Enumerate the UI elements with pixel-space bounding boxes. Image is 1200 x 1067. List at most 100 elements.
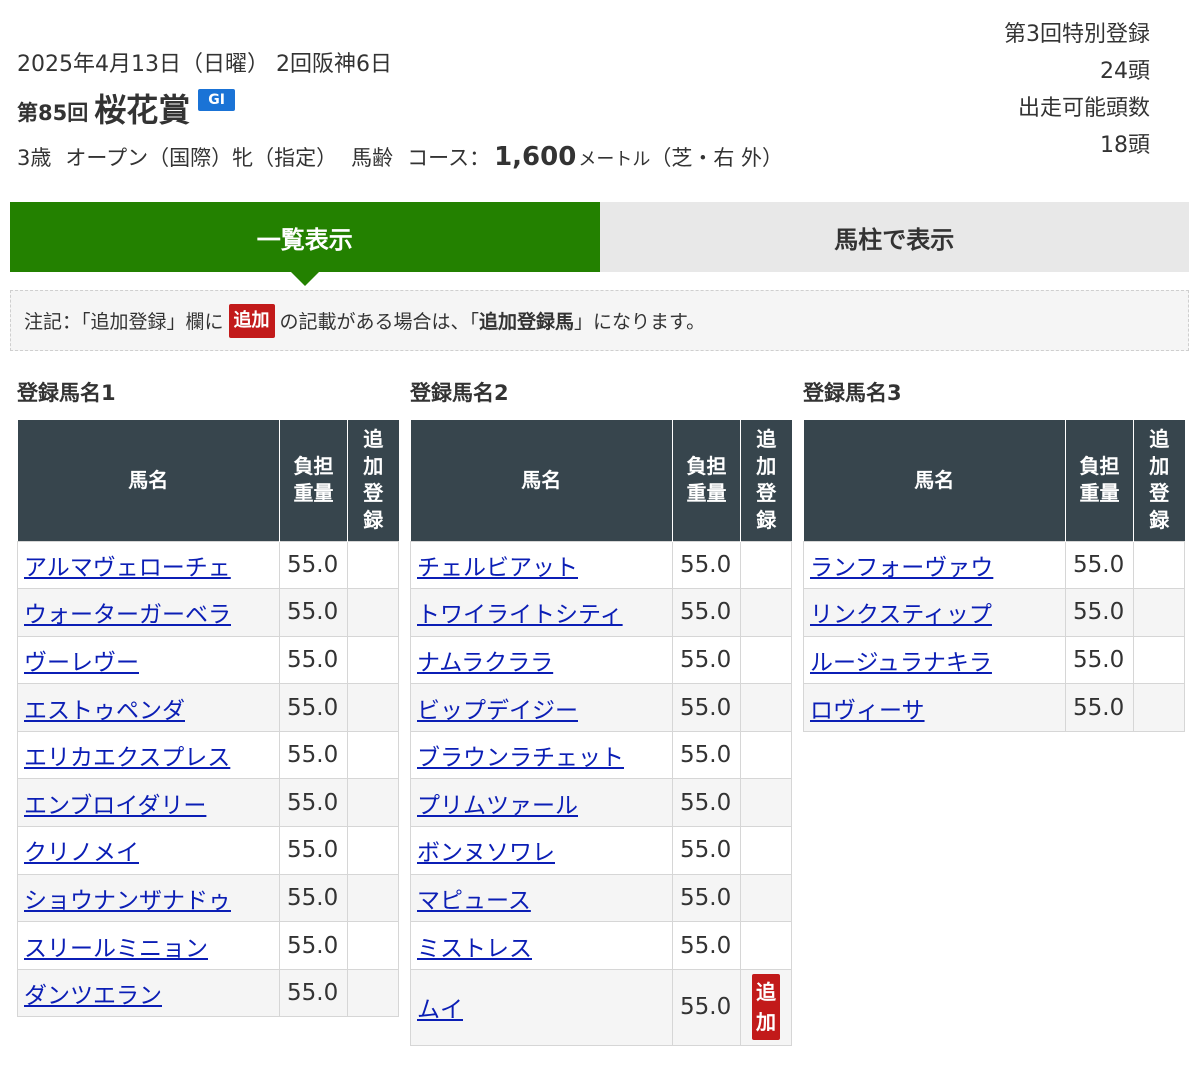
weight-cell: 55.0 — [672, 540, 741, 590]
race-conditions: 3歳 オープン（国際）牝（指定） 馬齢 コース： 1,600 メートル （芝・右… — [17, 142, 783, 172]
tab-card-view[interactable]: 馬柱で表示 — [599, 202, 1189, 272]
entry-table: 馬名 負担 重量追加登録アルマヴェローチェ 55.0 ウォーターガーベラ 55.0 ヴーレヴ… — [17, 420, 399, 1018]
column-title: 登録馬名1 — [17, 381, 116, 405]
header-additional: 追加登録 — [347, 420, 399, 541]
table-row: マピュース 55.0 — [410, 873, 792, 923]
horse-name-link[interactable]: ショウナンザナドゥ — [24, 888, 231, 914]
horse-name-cell: スリールミニョン — [17, 921, 280, 970]
entry-column-2: 登録馬名2 馬名 負担 重量追加登録チェルビアット 55.0 トワイライトシティ 55.0 ナ… — [410, 374, 792, 1046]
header-weight: 負担 重量 — [672, 420, 741, 541]
weight-cell: 55.0 — [279, 826, 348, 875]
add-cell — [1133, 635, 1185, 685]
weight-cell: 55.0 — [279, 588, 348, 637]
cond-class: オープン（国際）牝（指定） — [65, 146, 338, 170]
horse-name-link[interactable]: ロヴィーサ — [810, 698, 925, 724]
header-horse-name: 馬名 — [17, 420, 280, 541]
horse-name-link[interactable]: ビップデイジー — [417, 698, 578, 724]
table-row: ブラウンラチェット 55.0 — [410, 730, 792, 780]
horse-name-link[interactable]: ムイ — [417, 997, 463, 1023]
add-cell — [1133, 588, 1185, 637]
weight-cell: 55.0 — [672, 968, 741, 1046]
horse-name-link[interactable]: ルージュラナキラ — [810, 650, 992, 676]
add-cell — [347, 588, 399, 637]
add-cell — [347, 873, 399, 923]
horse-name-link[interactable]: リンクスティップ — [810, 602, 992, 628]
weight-cell: 55.0 — [279, 873, 348, 923]
horse-name-link[interactable]: エリカエクスプレス — [24, 745, 230, 771]
horse-name-link[interactable]: ウォーターガーベラ — [24, 602, 231, 628]
table-row: ナムラクララ 55.0 — [410, 635, 792, 685]
weight-cell: 55.0 — [279, 540, 348, 590]
horse-name-link[interactable]: マピュース — [417, 888, 531, 914]
horse-name-link[interactable]: ランフォーヴァウ — [810, 555, 993, 581]
table-row: リンクスティップ 55.0 — [803, 588, 1185, 637]
add-cell — [347, 635, 399, 685]
horse-name-link[interactable]: ミストレス — [417, 936, 532, 962]
table-row: エリカエクスプレス 55.0 — [17, 730, 399, 780]
table-row: チェルビアット 55.0 — [410, 540, 792, 590]
horse-name-link[interactable]: アルマヴェローチェ — [24, 555, 231, 581]
horse-name-link[interactable]: ブラウンラチェット — [417, 745, 624, 771]
table-row: ショウナンザナドゥ 55.0 — [17, 873, 399, 923]
column-title: 登録馬名3 — [803, 381, 902, 405]
weight-cell: 55.0 — [279, 730, 348, 780]
add-cell — [347, 730, 399, 780]
notice-middle: の記載がある場合は、「 — [279, 311, 480, 333]
distance-unit: メートル — [578, 149, 651, 170]
add-cell — [347, 968, 399, 1018]
add-cell — [740, 540, 792, 590]
view-tabs: 一覧表示 馬柱で表示 — [10, 202, 1189, 286]
horse-name-cell: ランフォーヴァウ — [803, 540, 1066, 590]
add-cell — [740, 921, 792, 970]
race-title-row: 第85回 桜花賞 GI — [17, 86, 235, 130]
table-row: トワイライトシティ 55.0 — [410, 588, 792, 637]
entry-column-3: 登録馬名3 馬名 負担 重量追加登録ランフォーヴァウ 55.0 リンクスティップ 55.0 ル… — [803, 374, 1185, 732]
weight-cell: 55.0 — [279, 921, 348, 970]
table-row: ランフォーヴァウ 55.0 — [803, 540, 1185, 590]
add-cell — [740, 588, 792, 637]
horse-name-cell: リンクスティップ — [803, 588, 1066, 637]
horse-name-link[interactable]: エストゥペンダ — [24, 698, 185, 724]
add-cell — [347, 921, 399, 970]
horse-name-cell: ナムラクララ — [410, 635, 673, 685]
weight-cell: 55.0 — [279, 683, 348, 732]
horse-name-link[interactable]: トワイライトシティ — [417, 602, 623, 628]
weight-cell: 55.0 — [672, 683, 741, 732]
tab-list-view[interactable]: 一覧表示 — [10, 202, 600, 286]
eligible-label: 出走可能頭数 — [1017, 96, 1150, 121]
horse-name-cell: トワイライトシティ — [410, 588, 673, 637]
horse-name-link[interactable]: エンブロイダリー — [24, 793, 206, 819]
horse-name-link[interactable]: スリールミニョン — [24, 936, 208, 962]
table-row: ルージュラナキラ 55.0 — [803, 635, 1185, 685]
add-cell — [1133, 540, 1185, 590]
course-distance: 1,600 — [494, 142, 577, 172]
race-date: 2025年4月13日（日曜） 2回阪神6日 — [17, 52, 392, 77]
horse-name-link[interactable]: ボンヌソワレ — [417, 840, 555, 866]
table-header-row: 馬名 負担 重量追加登録 — [410, 420, 792, 541]
add-badge: 追加 — [752, 974, 780, 1041]
horse-name-cell: ミストレス — [410, 921, 673, 970]
add-cell: 追加 — [740, 968, 792, 1046]
table-row: ミストレス 55.0 — [410, 921, 792, 970]
notice-add-badge: 追加 — [228, 303, 275, 338]
horse-name-cell: ヴーレヴー — [17, 635, 280, 685]
add-cell — [740, 683, 792, 732]
horse-name-link[interactable]: クリノメイ — [24, 840, 139, 866]
registration-summary: 第3回特別登録 24頭 出走可能頭数 18頭 — [1004, 16, 1150, 164]
add-cell — [1133, 683, 1185, 732]
weight-cell: 55.0 — [1065, 683, 1134, 732]
add-cell — [740, 635, 792, 685]
table-row: ボンヌソワレ 55.0 — [410, 826, 792, 875]
table-row: クリノメイ 55.0 — [17, 826, 399, 875]
course-type: （芝・右 外） — [650, 146, 784, 170]
horse-name-cell: ビップデイジー — [410, 683, 673, 732]
table-header-row: 馬名 負担 重量追加登録 — [17, 420, 399, 541]
horse-name-link[interactable]: ダンツエラン — [24, 983, 162, 1009]
horse-name-cell: ブラウンラチェット — [410, 730, 673, 780]
notice-bold: 追加登録馬 — [479, 311, 575, 333]
horse-name-link[interactable]: ヴーレヴー — [24, 650, 139, 676]
horse-name-link[interactable]: プリムツァール — [417, 793, 578, 819]
cond-weight: 馬齢 — [351, 146, 394, 170]
horse-name-link[interactable]: チェルビアット — [417, 555, 578, 581]
horse-name-link[interactable]: ナムラクララ — [417, 650, 553, 676]
